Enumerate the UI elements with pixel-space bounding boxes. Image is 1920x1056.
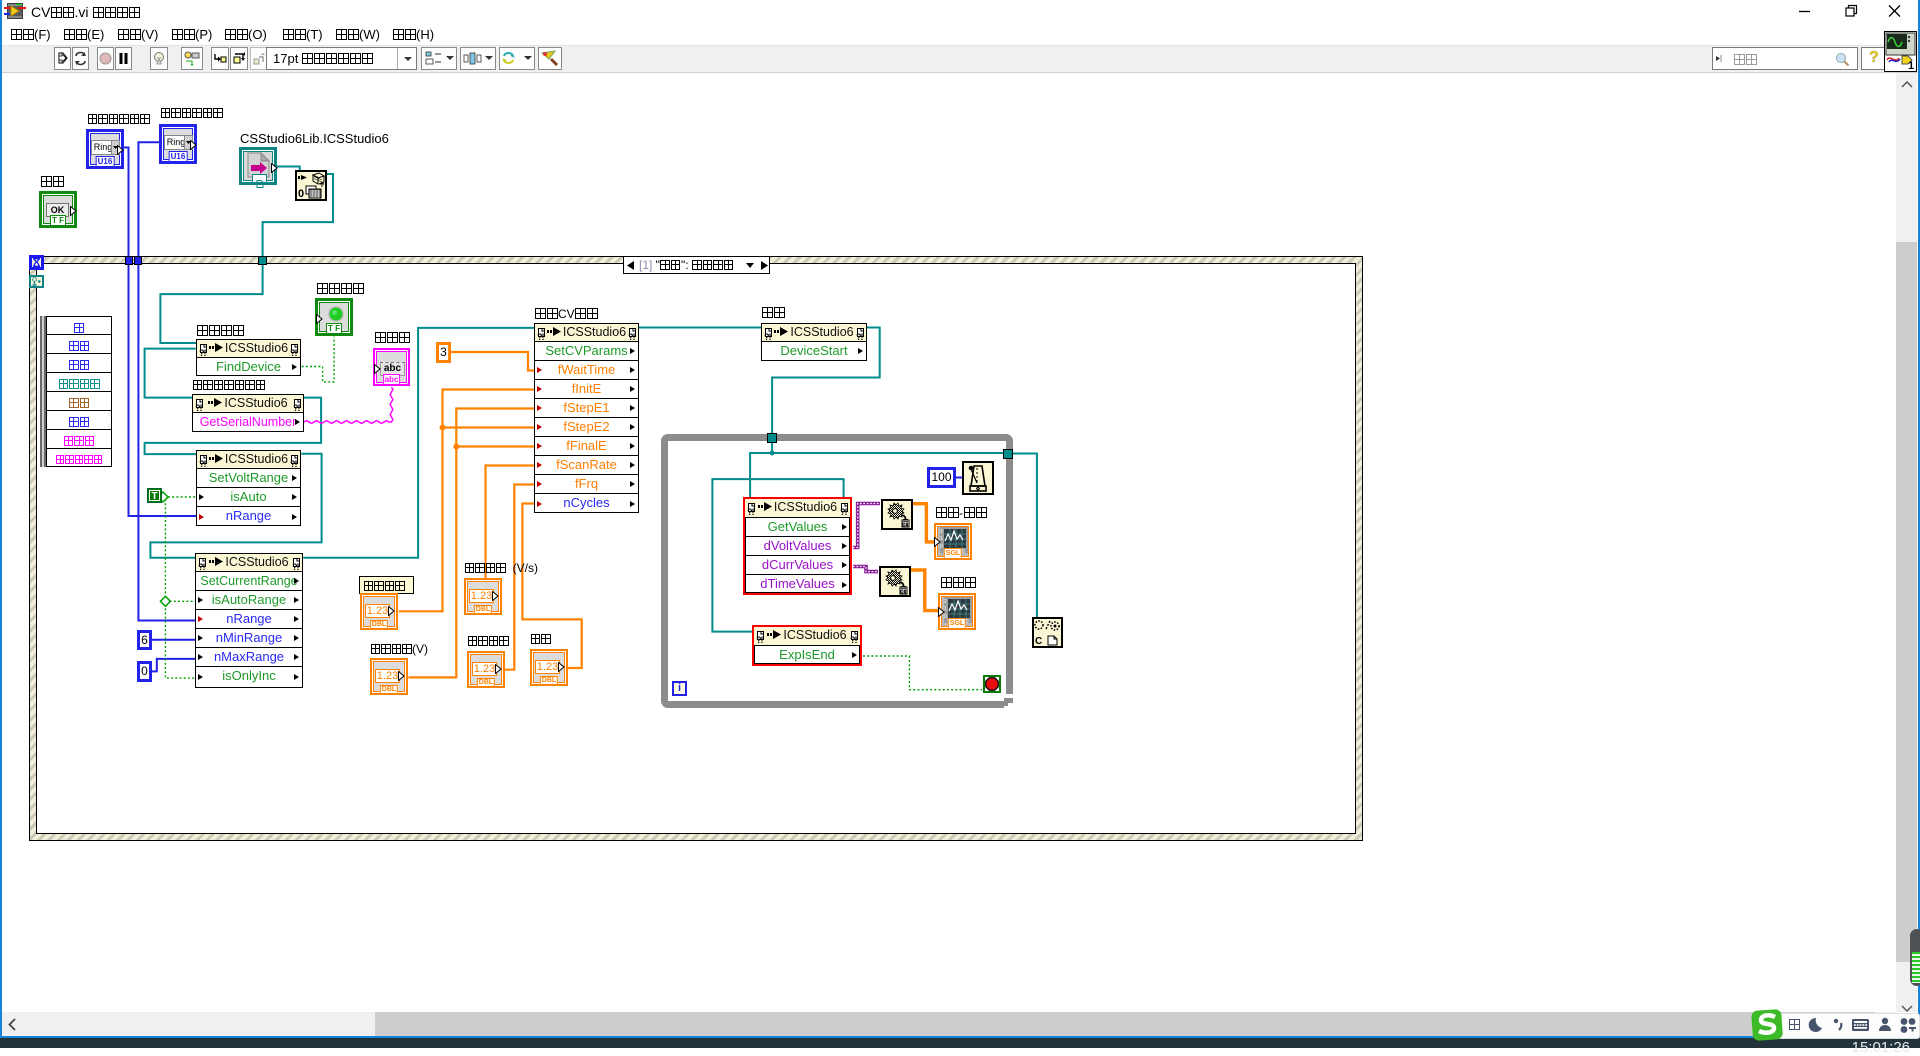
svg-text:0: 0 <box>298 188 304 199</box>
svg-text:C: C <box>1035 636 1042 646</box>
svg-text:1: 1 <box>1908 60 1914 71</box>
svg-text:2: 2 <box>940 529 943 535</box>
svg-text:2: 2 <box>944 599 947 605</box>
